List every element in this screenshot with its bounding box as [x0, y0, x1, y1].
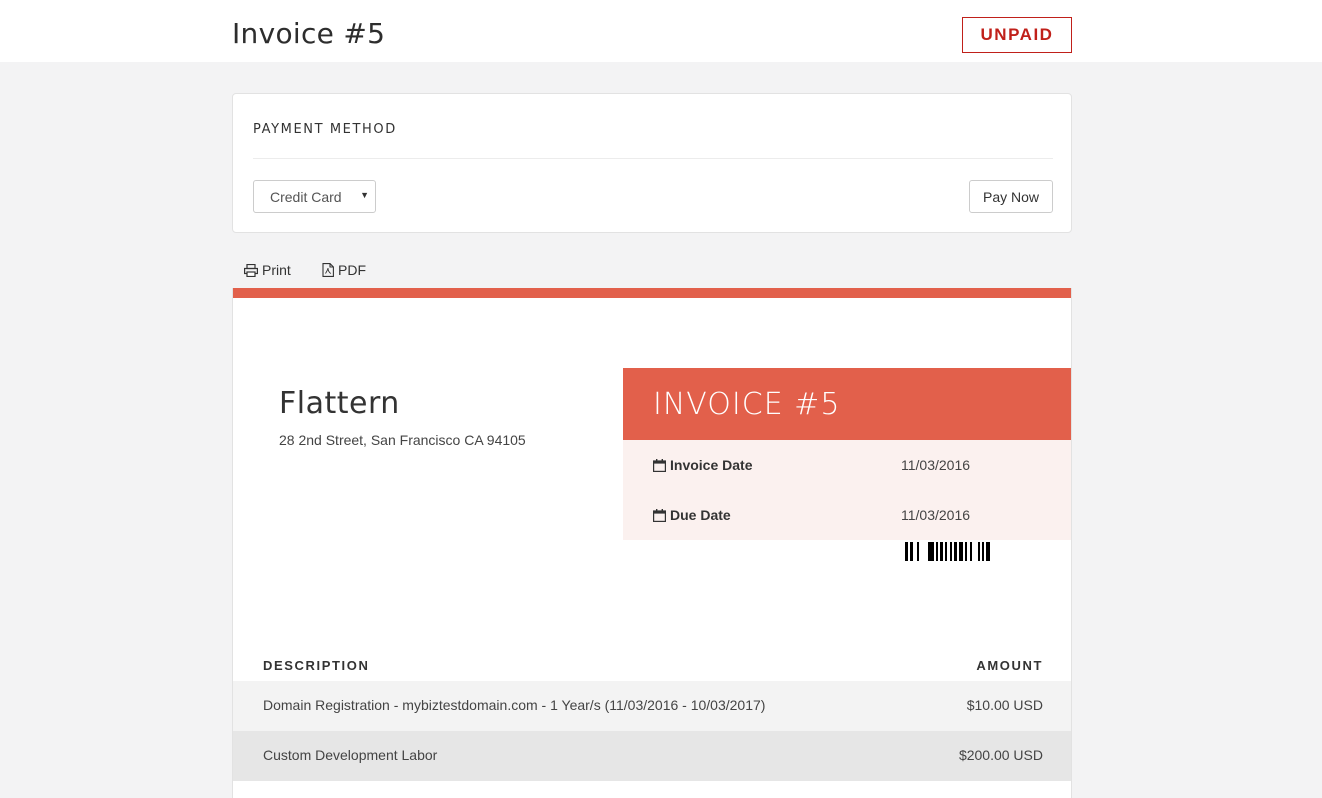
due-date-label-text: Due Date	[670, 507, 731, 523]
payment-method-card: PAYMENT METHOD Credit Card ▼ Pay Now	[232, 93, 1072, 233]
invoice-accent-strip	[233, 288, 1071, 298]
invoice-date-value: 11/03/2016	[901, 457, 971, 473]
calendar-icon	[653, 508, 666, 522]
print-label: Print	[262, 262, 291, 278]
due-date-value: 11/03/2016	[901, 507, 971, 523]
pay-now-button[interactable]: Pay Now	[969, 180, 1053, 213]
calendar-icon	[653, 458, 666, 472]
due-date-row: Due Date 11/03/2016	[623, 490, 1071, 540]
page-title: Invoice #5	[232, 17, 386, 50]
barcode-bar	[986, 542, 990, 561]
row-amount: $200.00 USD	[958, 747, 1043, 763]
pdf-label: PDF	[338, 262, 366, 278]
invoice-date-label-text: Invoice Date	[670, 457, 753, 473]
status-badge: UNPAID	[962, 17, 1072, 53]
row-description: Custom Development Labor	[263, 747, 438, 763]
caret-down-icon: ▼	[360, 190, 369, 200]
row-description: Domain Registration - mybiztestdomain.co…	[263, 697, 766, 713]
barcode-gap	[919, 542, 928, 561]
divider	[253, 158, 1053, 159]
pdf-link[interactable]: PDF	[322, 262, 366, 278]
column-header-amount: AMOUNT	[976, 658, 1043, 673]
company-name: Flattern	[279, 386, 400, 421]
invoice-dates: Invoice Date 11/03/2016 Due Date 11/03/2…	[623, 440, 1071, 540]
column-header-description: DESCRIPTION	[263, 658, 370, 673]
invoice-date-label: Invoice Date	[653, 457, 752, 473]
table-row: Custom Development Labor $200.00 USD	[233, 731, 1071, 781]
print-link[interactable]: Print	[244, 262, 291, 278]
invoice-date-row: Invoice Date 11/03/2016	[623, 440, 1071, 490]
row-amount: $10.00 USD	[966, 697, 1043, 713]
printer-icon	[244, 263, 258, 277]
invoice-banner-title: INVOICE #5	[623, 368, 1071, 440]
payment-method-heading: PAYMENT METHOD	[253, 122, 397, 137]
payment-method-select[interactable]: Credit Card ▼	[253, 180, 376, 213]
due-date-label: Due Date	[653, 507, 731, 523]
invoice-document: Flattern 28 2nd Street, San Francisco CA…	[232, 288, 1072, 798]
items-table-header: DESCRIPTION AMOUNT	[233, 656, 1071, 682]
barcode-image	[905, 542, 1045, 561]
file-pdf-icon	[322, 263, 334, 277]
top-header-bar: Invoice #5 UNPAID	[0, 0, 1322, 62]
table-row: Domain Registration - mybiztestdomain.co…	[233, 681, 1071, 731]
company-address: 28 2nd Street, San Francisco CA 94105	[279, 432, 526, 448]
payment-method-selected-value: Credit Card	[270, 188, 342, 205]
